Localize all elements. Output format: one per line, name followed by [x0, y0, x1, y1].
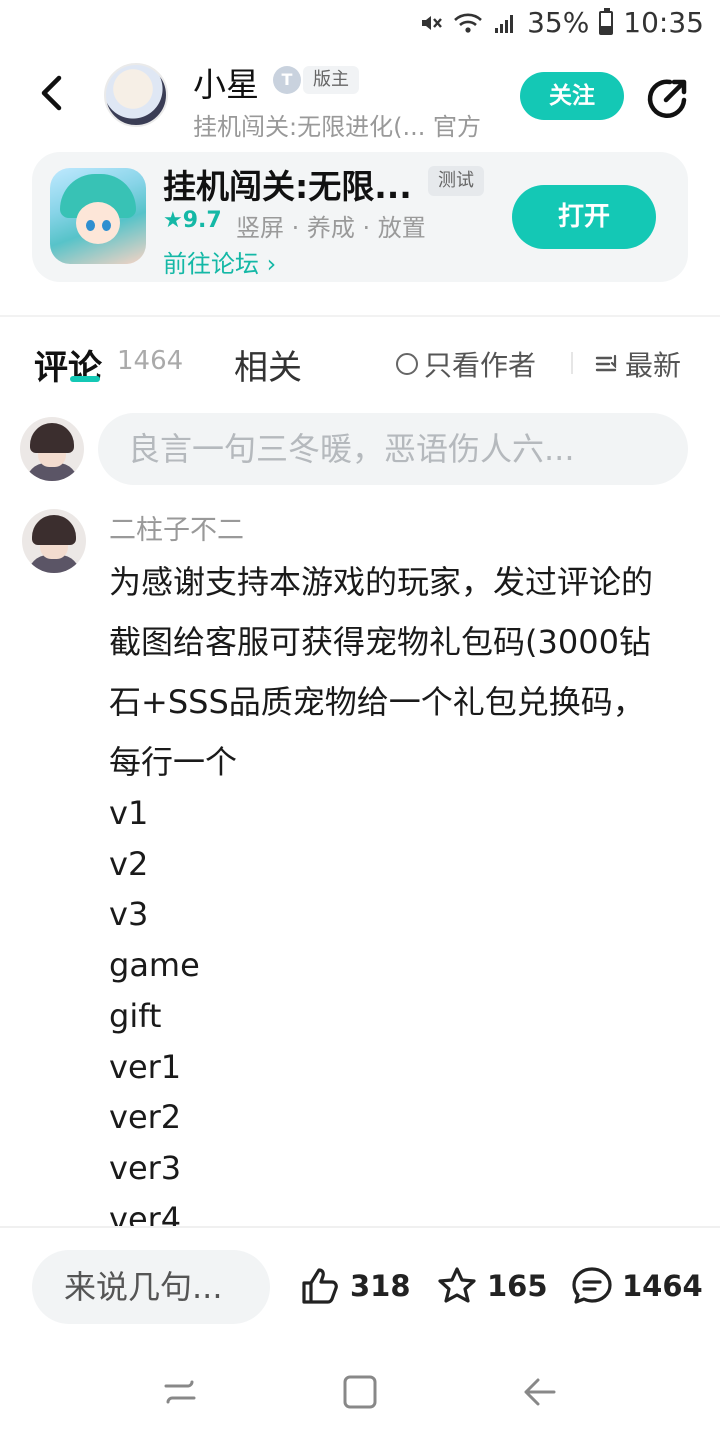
comment-text: 为感谢支持本游戏的玩家，发过评论的截图给客服可获得宠物礼包码(3000钻石+SS…	[109, 563, 654, 781]
sort-icon	[595, 354, 617, 372]
battery-percent: 35%	[527, 6, 590, 39]
section-divider	[0, 315, 720, 317]
comment-code-line: gift	[109, 996, 162, 1035]
commenter-name[interactable]: 二柱子不二	[109, 508, 244, 547]
game-rating: ★9.7	[163, 208, 222, 233]
commenter-avatar[interactable]	[22, 509, 86, 573]
my-avatar	[20, 417, 84, 481]
comment-code-line: v2	[109, 844, 149, 883]
battery-icon	[599, 7, 614, 35]
comment-input[interactable]: 良言一句三冬暖，恶语伤人六...	[98, 413, 688, 485]
filter-separator	[571, 352, 573, 374]
back-arrow-icon[interactable]	[30, 70, 76, 116]
comment-code-line: v3	[109, 895, 149, 934]
like-count: 318	[350, 1269, 411, 1303]
wifi-icon	[454, 13, 482, 33]
mute-icon	[422, 15, 442, 30]
signal-icon	[495, 14, 514, 33]
recents-icon[interactable]	[160, 1372, 200, 1412]
bottom-action-bar: 来说几句... 318 165 1464	[0, 1226, 720, 1350]
game-title[interactable]: 挂机闯关:无限...	[163, 160, 412, 208]
radio-icon	[396, 353, 418, 375]
comment-bubble-icon	[572, 1267, 612, 1304]
clock: 10:35	[623, 6, 704, 39]
back-nav-icon[interactable]	[520, 1372, 560, 1412]
active-tab-indicator	[70, 376, 100, 382]
open-game-button[interactable]: 打开	[512, 185, 656, 249]
author-only-toggle[interactable]: 只看作者	[396, 344, 536, 384]
follow-button[interactable]: 关注	[520, 72, 624, 120]
game-card[interactable]: 挂机闯关:无限... 测试 ★9.7 竖屏 · 养成 · 放置 前往论坛 › 打…	[32, 152, 688, 282]
reply-input[interactable]: 来说几句...	[32, 1250, 270, 1324]
tab-related[interactable]: 相关	[234, 340, 302, 389]
post-header: 小星 T 版主 挂机闯关:无限进化(... 官方 关注	[0, 50, 720, 150]
author-avatar[interactable]	[104, 63, 168, 127]
share-icon[interactable]	[644, 74, 692, 122]
sort-button[interactable]: 最新	[595, 344, 681, 384]
game-tags: 竖屏 · 养成 · 放置	[236, 214, 426, 242]
level-badge: T	[273, 66, 301, 94]
comment-code-list: v1 v2 v3 game gift ver1 ver2 ver3 ver4	[109, 788, 200, 1244]
comment-code-line: ver1	[109, 1047, 182, 1086]
home-icon[interactable]	[340, 1372, 380, 1412]
comment-code-line: game	[109, 946, 200, 985]
status-bar: 35% 10:35	[0, 0, 720, 50]
comments-count: 1464	[117, 346, 184, 376]
author-only-label: 只看作者	[424, 349, 537, 382]
thumbs-up-icon	[302, 1268, 338, 1304]
system-nav-bar	[0, 1350, 720, 1440]
like-button[interactable]: 318	[298, 1264, 411, 1308]
favorite-button[interactable]: 165	[435, 1264, 548, 1308]
author-subtitle: 挂机闯关:无限进化(... 官方	[193, 113, 481, 141]
star-icon	[438, 1267, 476, 1303]
comment-button[interactable]: 1464	[570, 1264, 703, 1308]
comment-count: 1464	[622, 1269, 703, 1303]
comment-code-line: ver2	[109, 1098, 182, 1137]
author-name[interactable]: 小星	[193, 58, 259, 106]
comment-code-line: v1	[109, 794, 149, 832]
favorite-count: 165	[487, 1269, 548, 1303]
forum-link[interactable]: 前往论坛 ›	[163, 244, 276, 279]
sort-label: 最新	[625, 349, 682, 382]
moderator-badge: 版主	[303, 66, 359, 94]
game-icon[interactable]	[50, 168, 146, 264]
comment-code-line: ver3	[109, 1148, 182, 1187]
test-badge: 测试	[428, 166, 484, 196]
